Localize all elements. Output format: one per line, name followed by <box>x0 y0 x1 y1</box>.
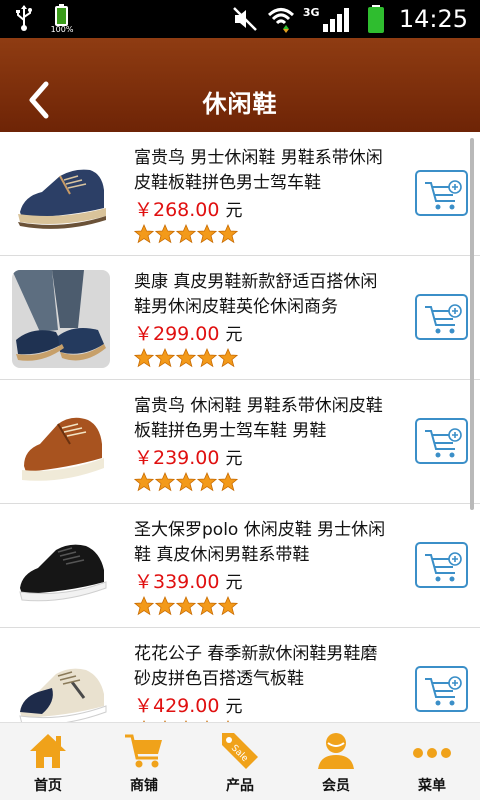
signal-icon <box>322 8 349 32</box>
add-cart-icon <box>425 180 462 210</box>
star-icon <box>197 596 217 616</box>
star-icon <box>155 348 175 368</box>
bottom-nav: 首页 商铺 Sale 产品 会员 菜单 <box>0 722 480 800</box>
add-to-cart-button[interactable] <box>415 666 468 712</box>
clock: 14:25 <box>398 5 468 33</box>
product-image[interactable] <box>12 270 110 368</box>
star-icon <box>218 224 238 244</box>
rating-stars <box>134 348 238 368</box>
status-bar: 100% 3G 14:25 <box>0 0 480 38</box>
price-row: ￥429.00 元 <box>134 691 242 717</box>
star-icon <box>155 596 175 616</box>
add-to-cart-button[interactable] <box>415 170 468 216</box>
product-name[interactable]: 富贵鸟 男士休闲鞋 男鞋系带休闲皮鞋板鞋拼色男士驾车鞋 <box>134 146 394 196</box>
battery-small-icon: 100% <box>48 4 74 34</box>
star-icon <box>134 596 154 616</box>
mute-icon <box>232 7 257 31</box>
star-icon <box>218 596 238 616</box>
user-icon <box>318 733 354 769</box>
signal-3g: 3G <box>303 4 359 34</box>
product-price: ￥429.00 <box>134 695 220 717</box>
nav-label: 会员 <box>322 778 350 794</box>
star-icon <box>197 224 217 244</box>
product-price: ￥239.00 <box>134 447 220 469</box>
price-row: ￥339.00 元 <box>134 567 242 593</box>
nav-label: 商铺 <box>130 778 158 794</box>
product-image[interactable] <box>12 146 110 244</box>
add-cart-icon <box>425 676 462 706</box>
nav-label: 首页 <box>34 778 62 794</box>
price-row: ￥268.00 元 <box>134 195 242 221</box>
battery-icon <box>367 5 384 33</box>
star-icon <box>197 472 217 492</box>
star-icon <box>134 348 154 368</box>
star-icon <box>176 224 196 244</box>
usb-icon <box>16 5 32 31</box>
add-cart-icon <box>425 552 462 582</box>
nav-menu[interactable]: 菜单 <box>384 723 480 800</box>
sale-tag-icon: Sale <box>222 733 258 769</box>
price-row: ￥239.00 元 <box>134 443 242 469</box>
nav-member[interactable]: 会员 <box>288 723 384 800</box>
nav-shop[interactable]: 商铺 <box>96 723 192 800</box>
product-list[interactable]: 富贵鸟 男士休闲鞋 男鞋系带休闲皮鞋板鞋拼色男士驾车鞋 ￥268.00 元 奥康… <box>0 132 480 722</box>
price-unit: 元 <box>225 697 243 717</box>
star-icon <box>197 348 217 368</box>
battery-percent: 100% <box>50 25 74 34</box>
product-image[interactable] <box>12 642 110 722</box>
price-unit: 元 <box>225 573 243 593</box>
star-icon <box>155 224 175 244</box>
scrollbar[interactable] <box>470 138 474 510</box>
product-image[interactable] <box>12 394 110 492</box>
product-name[interactable]: 圣大保罗polo 休闲皮鞋 男士休闲鞋 真皮休闲男鞋系带鞋 <box>134 518 394 568</box>
header-bar: 休闲鞋 <box>0 38 480 132</box>
home-icon <box>30 734 66 768</box>
price-row: ￥299.00 元 <box>134 319 242 345</box>
page-title: 休闲鞋 <box>202 90 278 118</box>
cart-icon <box>125 734 162 768</box>
add-to-cart-button[interactable] <box>415 294 468 340</box>
product-name[interactable]: 富贵鸟 休闲鞋 男鞋系带休闲皮鞋板鞋拼色男士驾车鞋 男鞋 <box>134 394 394 444</box>
rating-stars <box>134 224 238 244</box>
nav-home[interactable]: 首页 <box>0 723 96 800</box>
product-item[interactable]: 富贵鸟 休闲鞋 男鞋系带休闲皮鞋板鞋拼色男士驾车鞋 男鞋 ￥239.00 元 <box>0 380 480 504</box>
product-item[interactable]: 花花公子 春季新款休闲鞋男鞋磨砂皮拼色百搭透气板鞋 ￥429.00 元 <box>0 628 480 722</box>
add-to-cart-button[interactable] <box>415 542 468 588</box>
more-icon <box>413 748 451 758</box>
price-unit: 元 <box>225 325 243 345</box>
product-item[interactable]: 圣大保罗polo 休闲皮鞋 男士休闲鞋 真皮休闲男鞋系带鞋 ￥339.00 元 <box>0 504 480 628</box>
product-price: ￥339.00 <box>134 571 220 593</box>
product-item[interactable]: 奥康 真皮男鞋新款舒适百搭休闲鞋男休闲皮鞋英伦休闲商务 ￥299.00 元 <box>0 256 480 380</box>
nav-label: 菜单 <box>418 778 446 794</box>
product-name[interactable]: 奥康 真皮男鞋新款舒适百搭休闲鞋男休闲皮鞋英伦休闲商务 <box>134 270 394 320</box>
rating-stars <box>134 472 238 492</box>
add-cart-icon <box>425 304 462 334</box>
add-to-cart-button[interactable] <box>415 418 468 464</box>
price-unit: 元 <box>225 449 243 469</box>
nav-label: 产品 <box>226 778 254 794</box>
star-icon <box>176 348 196 368</box>
wifi-icon <box>267 8 294 33</box>
star-icon <box>134 472 154 492</box>
rating-stars <box>134 596 238 616</box>
price-unit: 元 <box>225 201 243 221</box>
product-image[interactable] <box>12 518 110 616</box>
nav-products[interactable]: Sale 产品 <box>192 723 288 800</box>
star-icon <box>218 348 238 368</box>
product-price: ￥268.00 <box>134 199 220 221</box>
star-icon <box>155 472 175 492</box>
star-icon <box>176 596 196 616</box>
star-icon <box>176 472 196 492</box>
add-cart-icon <box>425 428 462 458</box>
product-item[interactable]: 富贵鸟 男士休闲鞋 男鞋系带休闲皮鞋板鞋拼色男士驾车鞋 ￥268.00 元 <box>0 132 480 256</box>
star-icon <box>218 472 238 492</box>
product-name[interactable]: 花花公子 春季新款休闲鞋男鞋磨砂皮拼色百搭透气板鞋 <box>134 642 394 692</box>
star-icon <box>134 224 154 244</box>
product-price: ￥299.00 <box>134 323 220 345</box>
